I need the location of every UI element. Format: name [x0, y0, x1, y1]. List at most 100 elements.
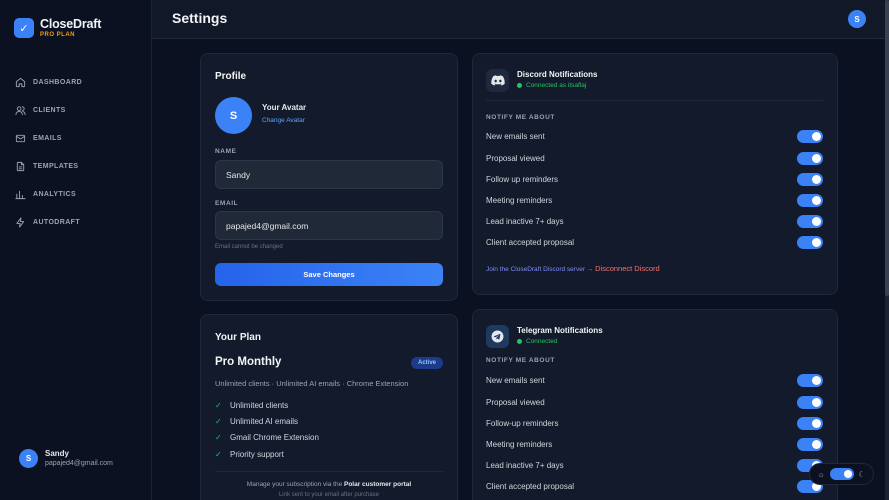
discord-title: Discord Notifications — [517, 70, 598, 79]
profile-card: Profile S Your Avatar Change Avatar NAME… — [200, 53, 458, 301]
brand-plan: PRO PLAN — [40, 32, 76, 38]
plan-summary: Unlimited clients · Unlimited AI emails … — [215, 379, 409, 388]
scrollbar-thumb[interactable] — [885, 0, 889, 296]
sidebar-item-label: AUTODRAFT — [33, 218, 81, 226]
name-label: NAME — [215, 148, 237, 155]
toggle-client-accepted[interactable] — [797, 235, 823, 249]
toggle-new-emails[interactable] — [797, 129, 823, 143]
notif-row: Follow-up reminders — [486, 416, 823, 430]
sidebar: ✓ CloseDraft PRO PLAN DASHBOARD CLIENTS … — [0, 0, 152, 500]
sidebar-item-clients[interactable]: CLIENTS — [15, 96, 82, 124]
notif-row: Proposal viewed — [486, 151, 823, 165]
mail-icon — [15, 134, 26, 142]
portal-note: Link sent to your email after purchase — [278, 492, 380, 498]
sidebar-item-label: DASHBOARD — [33, 78, 83, 86]
notify-label: NOTIFY ME ABOUT — [486, 114, 555, 121]
brand[interactable]: ✓ CloseDraft PRO PLAN — [14, 17, 101, 39]
notif-row: Meeting reminders — [486, 437, 823, 451]
discord-icon — [486, 69, 509, 92]
discord-links: Join the CloseDraft Discord server → Dis… — [486, 264, 660, 273]
theme-switch[interactable] — [829, 468, 854, 480]
check-icon: ✓ — [215, 433, 222, 442]
notif-row: Follow up reminders — [486, 172, 823, 186]
notif-row: New emails sent — [486, 129, 823, 143]
check-icon: ✓ — [215, 450, 222, 459]
notif-row: New emails sent — [486, 373, 823, 387]
page-title: Settings — [172, 10, 228, 26]
plan-feature: ✓ Priority support — [215, 450, 284, 459]
bar-chart-icon — [15, 190, 26, 199]
email-field[interactable]: papajed4@gmail.com — [215, 211, 443, 240]
sidebar-nav: DASHBOARD CLIENTS EMAILS TEMPLATES ANALY… — [15, 68, 82, 236]
sidebar-item-templates[interactable]: TEMPLATES — [15, 152, 82, 180]
toggle-meeting[interactable] — [797, 437, 823, 451]
status-dot — [517, 83, 522, 88]
plan-feature: ✓ Gmail Chrome Extension — [215, 433, 319, 442]
check-icon: ✓ — [215, 401, 222, 410]
moon-icon: ☾ — [858, 469, 866, 479]
sidebar-item-label: ANALYTICS — [33, 190, 77, 198]
avatar: S — [19, 449, 38, 468]
status-badge: Active — [410, 357, 443, 369]
profile-avatar[interactable]: S — [215, 97, 252, 134]
toggle-follow-up[interactable] — [797, 416, 823, 430]
toggle-meeting[interactable] — [797, 193, 823, 207]
toggle-new-emails[interactable] — [797, 373, 823, 387]
sidebar-item-label: CLIENTS — [33, 106, 66, 114]
save-button[interactable]: Save Changes — [215, 263, 443, 286]
notif-row: Proposal viewed — [486, 395, 823, 409]
profile-title: Profile — [215, 71, 247, 82]
toggle-proposal-viewed[interactable] — [797, 395, 823, 409]
status-dot — [517, 339, 522, 344]
toggle-proposal-viewed[interactable] — [797, 151, 823, 165]
divider — [486, 100, 823, 101]
email-label: EMAIL — [215, 200, 239, 207]
check-logo-icon: ✓ — [14, 18, 34, 38]
email-note: Email cannot be changed — [215, 244, 283, 250]
notif-row: Client accepted proposal — [486, 235, 823, 249]
document-icon — [16, 161, 25, 171]
notif-row: Meeting reminders — [486, 193, 823, 207]
portal-text: Manage your subscription via the Polar c… — [246, 481, 412, 488]
home-icon — [15, 77, 26, 87]
user-name: Sandy — [45, 449, 70, 458]
top-bar: Settings S — [152, 0, 889, 39]
scrollbar[interactable] — [885, 0, 889, 500]
sidebar-item-dashboard[interactable]: DASHBOARD — [15, 68, 82, 96]
brand-name: CloseDraft — [40, 17, 102, 31]
user-profile[interactable]: S Sandy papajed4@gmail.com — [19, 449, 113, 468]
plan-feature: ✓ Unlimited clients — [215, 401, 289, 410]
header-avatar[interactable]: S — [848, 10, 866, 28]
notif-row: Lead inactive 7+ days — [486, 458, 823, 472]
check-icon: ✓ — [215, 417, 222, 426]
telegram-status: Connected — [517, 338, 557, 345]
disconnect-discord-button[interactable]: Disconnect Discord — [595, 264, 660, 273]
toggle-follow-up[interactable] — [797, 172, 823, 186]
theme-toggle[interactable]: ☼ ☾ — [809, 463, 874, 485]
avatar-heading: Your Avatar — [262, 103, 307, 112]
plan-feature: ✓ Unlimited AI emails — [215, 417, 299, 426]
sidebar-item-autodraft[interactable]: AUTODRAFT — [15, 208, 82, 236]
join-discord-link[interactable]: Join the CloseDraft Discord server → — [486, 266, 593, 273]
user-email: papajed4@gmail.com — [45, 460, 113, 467]
sidebar-item-label: TEMPLATES — [33, 162, 79, 170]
telegram-card: Telegram Notifications Connected NOTIFY … — [472, 309, 838, 500]
plan-title: Your Plan — [215, 332, 261, 343]
sidebar-item-analytics[interactable]: ANALYTICS — [15, 180, 82, 208]
toggle-lead-inactive[interactable] — [797, 214, 823, 228]
sidebar-item-emails[interactable]: EMAILS — [15, 124, 82, 152]
users-icon — [15, 105, 26, 115]
name-input[interactable]: Sandy — [215, 160, 443, 189]
change-avatar-link[interactable]: Change Avatar — [262, 117, 305, 124]
notif-row: Lead inactive 7+ days — [486, 214, 823, 228]
lightning-icon — [16, 216, 25, 228]
polar-portal-link[interactable]: Polar customer portal — [344, 481, 411, 488]
discord-status: Connected as itsaflaj — [517, 82, 586, 89]
telegram-icon — [486, 325, 509, 348]
telegram-title: Telegram Notifications — [517, 326, 603, 335]
divider — [215, 471, 443, 472]
plan-card: Your Plan Pro Monthly Active Unlimited c… — [200, 314, 458, 500]
notify-label: NOTIFY ME ABOUT — [486, 357, 555, 364]
sun-icon: ☼ — [817, 469, 825, 479]
sidebar-item-label: EMAILS — [33, 134, 62, 142]
